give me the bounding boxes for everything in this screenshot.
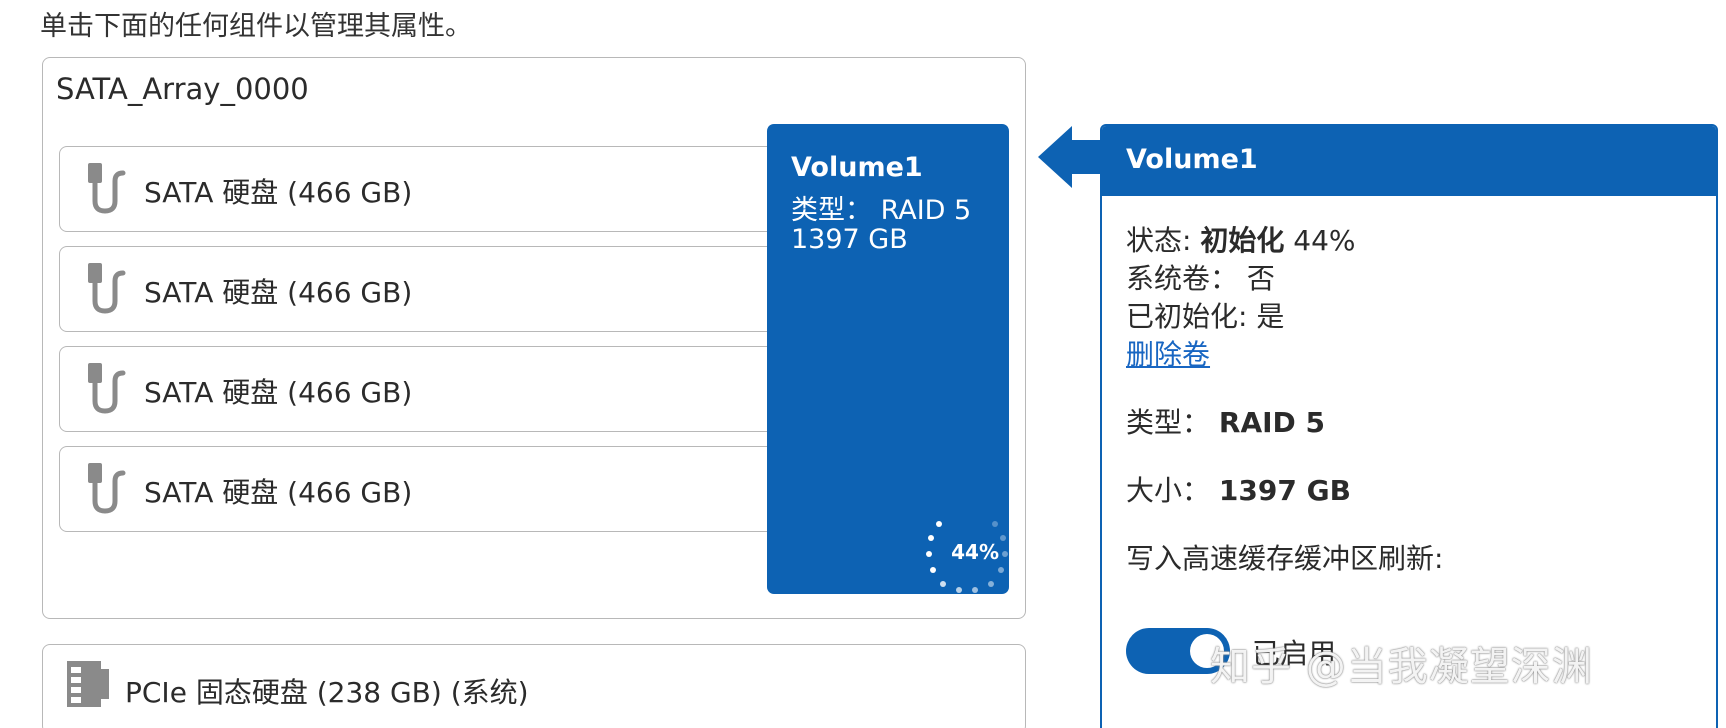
array-name: SATA_Array_0000 — [56, 72, 309, 106]
disk-label: SATA 硬盘 (466 GB) — [144, 376, 413, 409]
type-value: RAID 5 — [1218, 406, 1326, 439]
system-volume-row: 系统卷： 否 — [1126, 262, 1275, 295]
sata-cable-icon — [88, 363, 126, 414]
size-label: 大小： — [1126, 474, 1219, 507]
disk-item[interactable]: SATA 硬盘 (466 GB) — [59, 146, 819, 232]
size-row: 大小： 1397 GB — [1126, 472, 1443, 510]
size-value: 1397 GB — [1218, 474, 1351, 507]
progress-text: 44% — [951, 540, 999, 564]
pcie-label: PCIe 固态硬盘 (238 GB) (系统) — [125, 676, 529, 709]
detail-header: Volume1 — [1102, 126, 1716, 196]
initialized-row: 已初始化: 是 — [1126, 300, 1285, 333]
status-percent: 44% — [1284, 224, 1356, 257]
disk-item[interactable]: SATA 硬盘 (466 GB) — [59, 246, 819, 332]
volume-name: Volume1 — [791, 152, 923, 183]
sata-cable-icon — [88, 163, 126, 214]
volume-block[interactable]: Volume1 类型： RAID 5 1397 GB 44% — [767, 124, 1009, 594]
disk-label: SATA 硬盘 (466 GB) — [144, 276, 413, 309]
sata-cable-icon — [88, 463, 126, 514]
detail-body: 状态: 初始化 44% 系统卷： 否 已初始化: 是 删除卷 类型： RAID … — [1126, 222, 1443, 578]
type-row: 类型： RAID 5 — [1126, 404, 1443, 442]
disk-label: SATA 硬盘 (466 GB) — [144, 476, 413, 509]
pointer-arrow-icon — [1038, 126, 1106, 188]
disk-item[interactable]: SATA 硬盘 (466 GB) — [59, 346, 819, 432]
write-cache-label: 写入高速缓存缓冲区刷新: — [1126, 542, 1444, 575]
instruction-text: 单击下面的任何组件以管理其属性。 — [40, 11, 472, 42]
ssd-icon — [67, 661, 109, 707]
status-row: 状态: 初始化 44% — [1126, 222, 1443, 260]
volume-type: 类型： RAID 5 — [791, 195, 972, 226]
status-label: 状态: — [1126, 224, 1201, 257]
watermark: 知乎 @当我凝望深渊 — [1210, 644, 1593, 690]
detail-title: Volume1 — [1126, 144, 1258, 175]
pcie-ssd-item[interactable]: PCIe 固态硬盘 (238 GB) (系统) — [42, 644, 1026, 728]
volume-size: 1397 GB — [791, 224, 908, 255]
disk-item[interactable]: SATA 硬盘 (466 GB) — [59, 446, 819, 532]
disk-label: SATA 硬盘 (466 GB) — [144, 176, 413, 209]
sata-cable-icon — [88, 263, 126, 314]
array-panel[interactable]: SATA_Array_0000 SATA 硬盘 (466 GB) SATA 硬盘… — [42, 57, 1026, 619]
status-value: 初始化 — [1200, 224, 1285, 257]
type-label: 类型： — [1126, 406, 1219, 439]
delete-volume-link[interactable]: 删除卷 — [1126, 338, 1210, 371]
